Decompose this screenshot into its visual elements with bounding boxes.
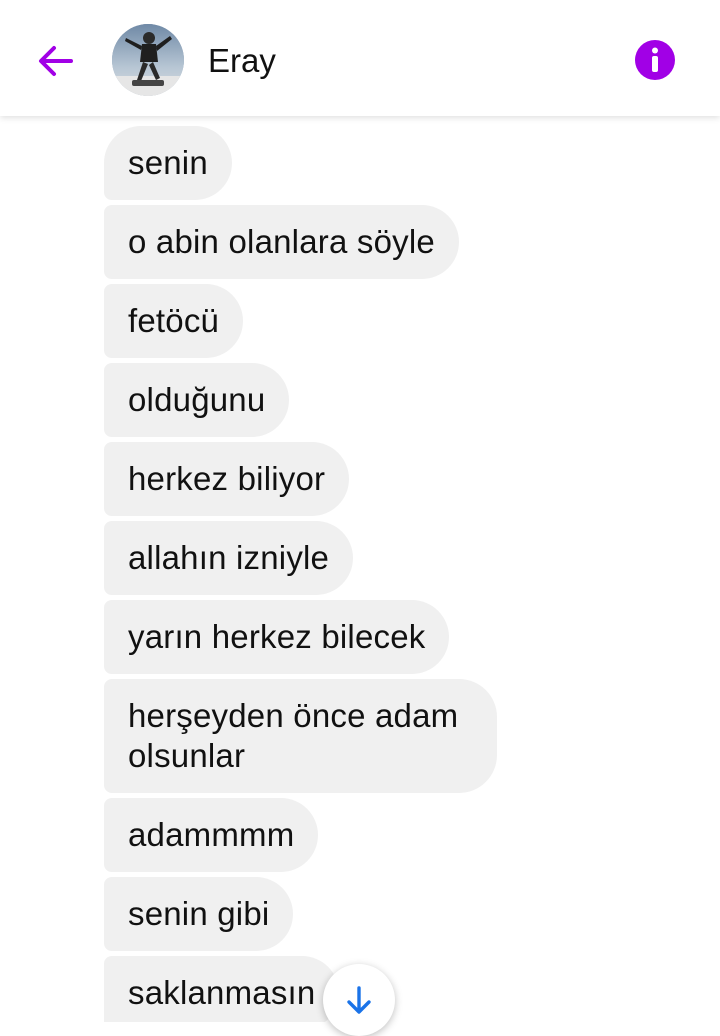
arrow-down-icon: [347, 986, 371, 1014]
message-bubble[interactable]: o abin olanlara söyle: [104, 205, 459, 279]
message-bubble[interactable]: herşeyden önce adam olsunlar: [104, 679, 497, 793]
scroll-to-bottom-button[interactable]: [323, 964, 395, 1036]
message-list: senin o abin olanlara söyle fetöcü olduğ…: [104, 126, 497, 1022]
contact-name[interactable]: Eray: [208, 40, 276, 82]
message-bubble[interactable]: senin gibi: [104, 877, 294, 951]
message-thread[interactable]: senin o abin olanlara söyle fetöcü olduğ…: [0, 116, 720, 1022]
message-bubble[interactable]: herkez biliyor: [104, 442, 350, 516]
message-bubble[interactable]: olduğunu: [104, 363, 290, 437]
conversation-header: Eray: [0, 0, 720, 116]
avatar[interactable]: [112, 24, 184, 96]
arrow-left-icon: [39, 46, 73, 76]
message-bubble[interactable]: saklanmasın: [104, 956, 340, 1022]
message-bubble[interactable]: senin: [104, 126, 232, 200]
back-button[interactable]: [30, 36, 80, 86]
info-button[interactable]: [634, 39, 676, 81]
message-bubble[interactable]: fetöcü: [104, 284, 244, 358]
message-bubble[interactable]: allahın izniyle: [104, 521, 354, 595]
message-bubble[interactable]: yarın herkez bilecek: [104, 600, 450, 674]
info-icon: [635, 40, 675, 80]
message-bubble[interactable]: adammmm: [104, 798, 319, 872]
avatar-photo: [112, 24, 184, 96]
